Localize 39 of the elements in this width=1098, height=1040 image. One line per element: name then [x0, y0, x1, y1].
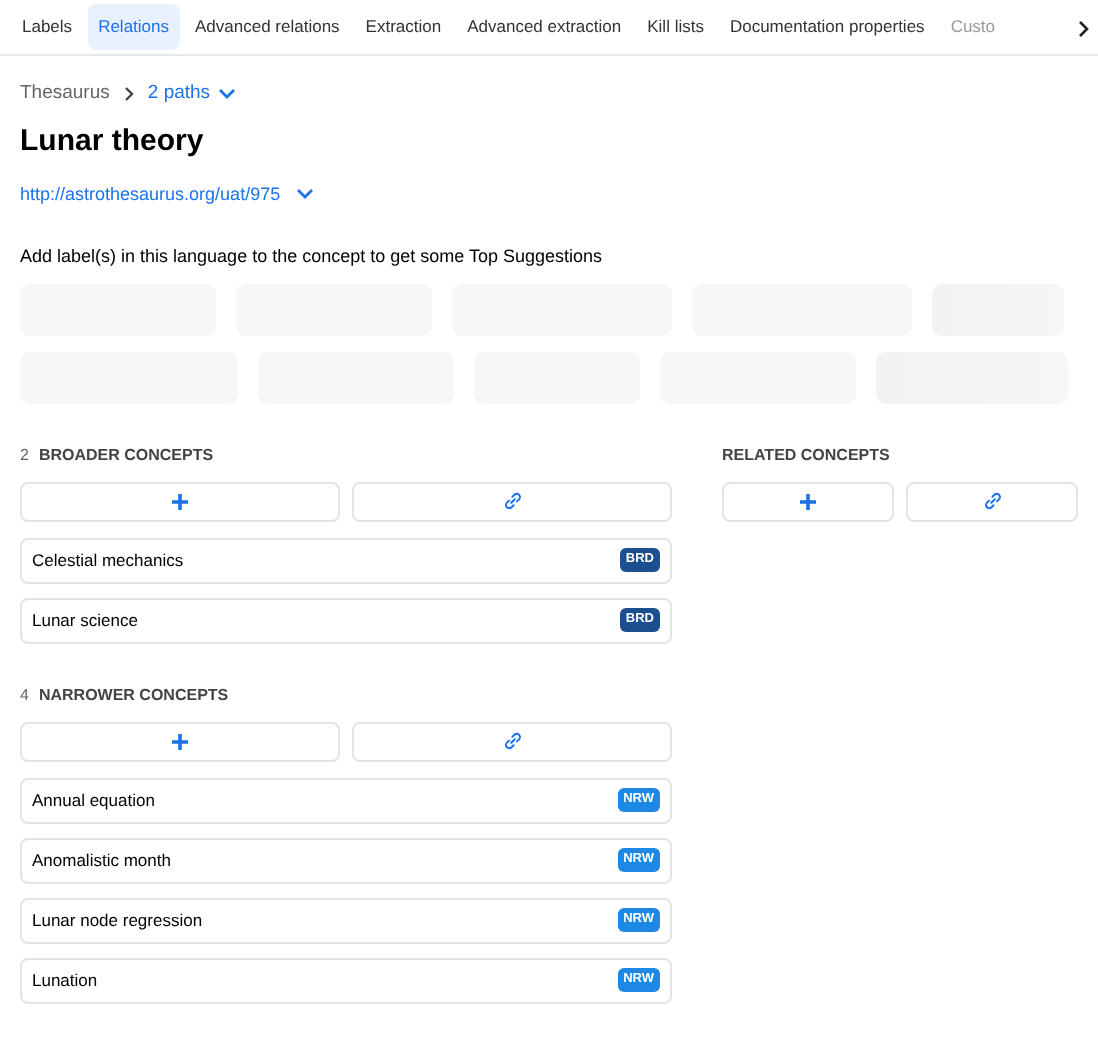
link-button[interactable]: [352, 721, 672, 761]
plus-icon: [172, 733, 188, 749]
concept-label: Anomalistic month: [32, 847, 171, 873]
uri-dropdown[interactable]: http://astrothesaurus.org/uat/975: [20, 181, 315, 208]
chevron-down-icon: [218, 88, 237, 100]
link-icon: [503, 492, 521, 510]
chevron-down-icon: [296, 188, 315, 201]
tab[interactable]: Documentation properties: [719, 4, 935, 50]
section-heading: BROADER CONCEPTS: [38, 443, 214, 467]
concept-label: Annual equation: [32, 787, 155, 813]
suggestions-hint: Add label(s) in this language to the concept to get some Top Suggestions: [20, 244, 605, 270]
tab[interactable]: Extraction: [355, 4, 452, 50]
breadcrumb-link[interactable]: Thesaurus: [20, 79, 110, 109]
section-heading: RELATED CONCEPTS: [722, 443, 890, 467]
concept-label: Celestial mechanics: [32, 547, 184, 573]
concept-label: Lunar node regression: [32, 907, 203, 933]
concept-count: 4: [20, 683, 29, 707]
concept-title: Lunar theory: [20, 122, 206, 162]
add-button[interactable]: [20, 481, 340, 521]
tab[interactable]: Relations: [88, 4, 179, 50]
chevron-right-icon: [121, 86, 136, 102]
plus-icon: [172, 493, 188, 509]
link-icon: [503, 732, 521, 750]
add-button[interactable]: [20, 721, 340, 761]
concept-label: Lunation: [32, 967, 98, 993]
concept-label: Lunar science: [32, 607, 138, 633]
paths-dropdown[interactable]: 2 paths: [147, 79, 237, 109]
tab[interactable]: Labels: [12, 4, 83, 50]
tab[interactable]: Kill lists: [637, 4, 714, 50]
tab[interactable]: Advanced relations: [185, 4, 350, 50]
chevron-right-icon[interactable]: [1078, 19, 1090, 37]
tab[interactable]: Advanced extraction: [457, 4, 632, 50]
link-icon: [983, 492, 1001, 510]
add-button[interactable]: [722, 481, 894, 521]
plus-icon: [800, 493, 816, 509]
link-button[interactable]: [352, 481, 672, 521]
section-heading: NARROWER CONCEPTS: [38, 683, 229, 707]
link-button[interactable]: [906, 481, 1078, 521]
concept-count: 2: [20, 443, 29, 467]
